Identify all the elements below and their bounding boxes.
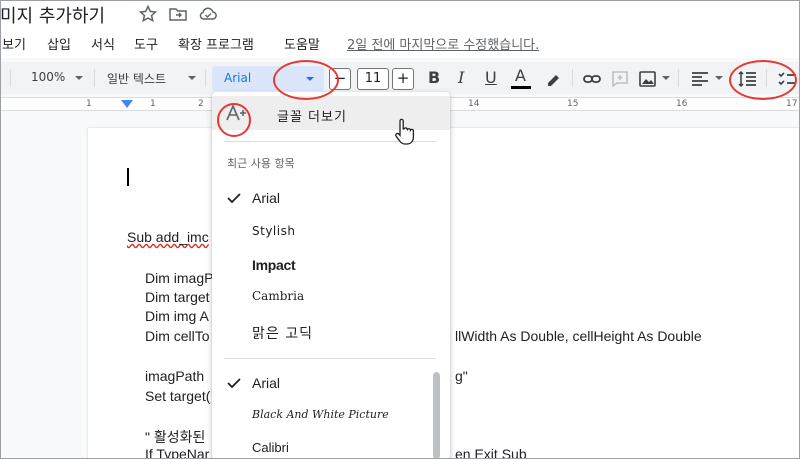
menu-format[interactable]: 서식 [91, 34, 115, 53]
ruler-number: 2 [198, 99, 204, 109]
font-option-arial-all[interactable]: Arial [212, 368, 438, 400]
font-option-label: Stylish [252, 224, 296, 238]
more-fonts-label: 글꼴 더보기 [277, 110, 347, 125]
ruler-number: 15 [567, 99, 579, 109]
ruler-number: 14 [468, 99, 480, 109]
check-icon [227, 378, 241, 389]
doc-line: Set target( [145, 388, 211, 404]
add-comment-icon[interactable] [609, 68, 631, 90]
font-option-malgun-gothic[interactable]: 맑은 고딕 [212, 316, 438, 348]
link-icon[interactable] [581, 68, 603, 90]
align-left-icon[interactable] [689, 68, 711, 90]
doc-line: imagPath [145, 368, 205, 384]
menu-extensions[interactable]: 확장 프로그램 [178, 34, 254, 53]
star-icon[interactable] [138, 4, 158, 24]
font-option-calibri[interactable]: Calibri [212, 433, 438, 459]
ruler-number: 1 [150, 99, 156, 109]
menu-insert[interactable]: 삽입 [47, 34, 71, 53]
toolbar-separator [678, 69, 679, 87]
folder-move-icon[interactable] [168, 4, 188, 24]
insert-image-icon[interactable] [637, 68, 659, 90]
image-caret-icon[interactable] [662, 76, 670, 80]
dropdown-scrollbar[interactable] [433, 372, 440, 459]
hand-pointer-icon [395, 118, 415, 145]
underline-button[interactable]: U [485, 68, 497, 87]
font-option-stylish[interactable]: Stylish [212, 217, 438, 249]
dropdown-divider [224, 358, 436, 359]
annotation-circle-add-font [217, 103, 251, 137]
highlight-pen-icon[interactable] [542, 68, 564, 90]
doc-line: llWidth As Double, cellHeight As Double [455, 328, 702, 344]
check-icon [227, 193, 241, 204]
font-option-impact[interactable]: Impact [212, 250, 438, 282]
doc-line: If TypeNar [145, 446, 210, 459]
font-option-label: Cambria [252, 289, 305, 303]
font-dropdown: 글꼴 더보기 최근 사용 항목 Arial Stylish Impact Cam… [212, 92, 450, 459]
font-option-label: Black And White Picture [252, 408, 389, 421]
text-color-button[interactable]: A [515, 66, 526, 85]
font-option-cambria[interactable]: Cambria [212, 282, 438, 314]
menu-bar: 보기 삽입 서식 도구 확장 프로그램 도움말 2일 전에 마지막으로 수정했습… [0, 28, 800, 58]
toolbar-separator [205, 69, 206, 87]
font-option-label: Arial [252, 190, 281, 206]
doc-line: " 활성화된 [145, 429, 206, 445]
text-cursor [127, 168, 129, 186]
style-caret-icon[interactable] [188, 76, 196, 80]
doc-line: Dim cellTo [145, 328, 210, 344]
font-select-value[interactable]: Arial [224, 71, 251, 85]
recent-fonts-header: 최근 사용 항목 [227, 157, 295, 170]
text-color-swatch [511, 86, 531, 89]
doc-line: Dim img A [145, 308, 209, 324]
font-option-label: Calibri [252, 440, 289, 455]
toolbar-separator [572, 69, 573, 87]
font-option-black-and-white-picture[interactable]: Black And White Picture [212, 401, 438, 433]
indent-marker-icon[interactable] [121, 100, 133, 108]
zoom-select[interactable]: 100% [31, 70, 65, 84]
doc-line: Dim target [145, 289, 210, 305]
doc-line: en Exit Sub [455, 446, 527, 459]
document-title[interactable]: 미지 추가하기 [0, 2, 105, 28]
annotation-circle-toolbar-right [729, 60, 797, 100]
cloud-saved-icon[interactable] [198, 4, 218, 24]
menu-tools[interactable]: 도구 [134, 34, 158, 53]
doc-line: g" [455, 368, 468, 384]
style-select[interactable]: 일반 텍스트 [107, 70, 166, 87]
font-option-arial[interactable]: Arial [212, 183, 438, 215]
toolbar-separator [94, 69, 95, 87]
ruler-number: 16 [676, 99, 688, 109]
font-size-increase-button[interactable]: + [392, 68, 414, 90]
ruler-number: 1 [86, 99, 92, 109]
menu-help[interactable]: 도움말 [284, 34, 320, 53]
italic-button[interactable]: I [458, 68, 464, 87]
toolbar: 100% 일반 텍스트 Arial − 11 + B I U A [0, 62, 800, 94]
font-size-input[interactable]: 11 [357, 68, 389, 90]
font-option-label: Arial [252, 375, 281, 391]
font-option-label: 맑은 고딕 [252, 326, 313, 342]
annotation-circle-font-caret [273, 60, 339, 100]
ruler-number: 17 [786, 99, 798, 109]
align-caret-icon[interactable] [715, 76, 723, 80]
doc-line: Sub add_imc [127, 229, 209, 245]
font-option-label: Impact [252, 257, 296, 273]
toolbar-separator [10, 69, 11, 87]
zoom-caret-icon[interactable] [75, 76, 83, 80]
menu-view[interactable]: 보기 [2, 34, 26, 53]
doc-line: Dim imagP [145, 270, 214, 286]
bold-button[interactable]: B [428, 68, 440, 87]
last-edit-link[interactable]: 2일 전에 마지막으로 수정했습니다. [347, 34, 539, 53]
title-bar: 미지 추가하기 [0, 0, 800, 28]
